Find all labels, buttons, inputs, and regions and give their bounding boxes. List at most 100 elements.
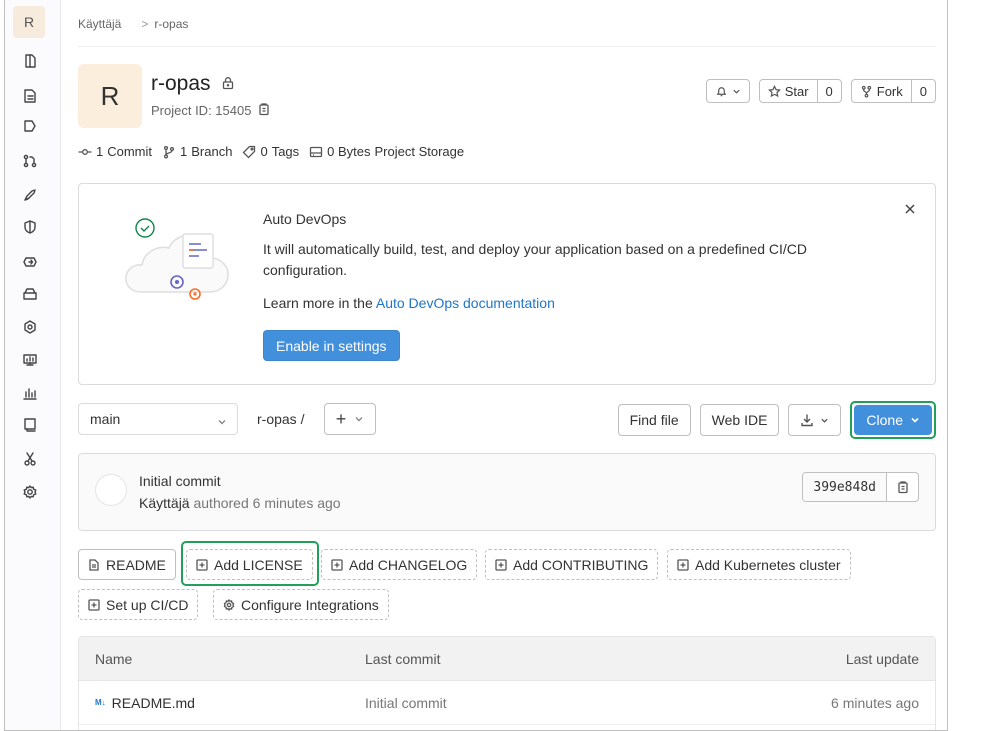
copy-icon[interactable]	[257, 102, 271, 119]
devops-docs-link[interactable]: Auto DevOps documentation	[376, 295, 555, 311]
main-content: Käyttäjä > r-opas R r-opas Project ID: 1…	[78, 0, 936, 730]
tags-stat[interactable]: 0 Tags	[242, 144, 299, 159]
auto-devops-banner: Auto DevOps It will automatically build,…	[78, 183, 936, 385]
branch-icon	[163, 145, 175, 159]
sidebar: R	[5, 0, 61, 730]
devops-illustration	[125, 218, 229, 300]
notification-button[interactable]	[705, 79, 750, 103]
file-name[interactable]: README.md	[112, 695, 195, 711]
packages-icon[interactable]	[21, 285, 39, 303]
project-id-label: Project ID: 15405	[151, 103, 252, 118]
storage-label: Project Storage	[374, 144, 465, 159]
cicd-icon[interactable]	[21, 186, 39, 204]
devops-learn-more: Learn more in the Auto DevOps documentat…	[263, 295, 555, 311]
chevron-down-icon	[821, 418, 829, 423]
plus-square-icon	[331, 558, 343, 571]
add-changelog-button[interactable]: Add CHANGELOG	[321, 549, 478, 580]
sidebar-project-avatar[interactable]: R	[13, 6, 45, 38]
fork-icon	[861, 85, 871, 98]
issues-icon[interactable]	[21, 117, 39, 135]
file-icon	[89, 558, 99, 571]
analytics-icon[interactable]	[21, 384, 39, 402]
add-kubernetes-cluster-button[interactable]: Add Kubernetes cluster	[667, 549, 851, 580]
settings-icon	[223, 598, 235, 611]
plus-square-icon	[495, 558, 507, 571]
monitor-icon[interactable]	[21, 351, 39, 369]
wiki-icon[interactable]	[21, 416, 39, 434]
table-row[interactable]: M↓ README.md Initial commit 6 minutes ag…	[79, 681, 935, 725]
star-label: Star	[784, 83, 809, 99]
app-frame: R Käyttäjä > r-opas R r-opas Project ID:…	[4, 0, 948, 731]
breadcrumb-parent[interactable]: Käyttäjä	[78, 17, 121, 31]
file-last-update: 6 minutes ago	[831, 694, 919, 711]
configure-integrations-button[interactable]: Configure Integrations	[213, 589, 389, 620]
copy-icon	[897, 481, 908, 494]
markdown-icon: M↓	[95, 698, 106, 707]
chevron-down-icon	[911, 417, 919, 423]
tag-icon	[243, 145, 256, 158]
star-count[interactable]: 0	[816, 80, 841, 102]
branch-name: main	[90, 411, 121, 427]
settings-icon[interactable]	[21, 483, 39, 501]
branches-stat[interactable]: 1 Branch	[162, 144, 232, 159]
project-id: Project ID: 15405	[151, 102, 271, 119]
add-license-button[interactable]: Add LICENSE	[186, 549, 313, 580]
commit-icon	[78, 148, 92, 155]
repository-icon[interactable]	[21, 87, 39, 105]
file-table: Name Last commit Last update M↓ README.m…	[78, 636, 936, 730]
download-icon	[801, 414, 814, 427]
chevron-down-icon	[354, 411, 364, 427]
readme-button[interactable]: README	[78, 549, 176, 580]
bell-icon	[707, 80, 749, 102]
project-avatar: R	[78, 64, 142, 128]
clone-button[interactable]: Clone	[854, 405, 932, 435]
commit-sha[interactable]: 399e848d	[803, 473, 886, 501]
enable-in-settings-button[interactable]: Enable in settings	[263, 330, 400, 361]
project-overview-icon[interactable]	[21, 52, 39, 70]
commit-title[interactable]: Initial commit	[139, 473, 221, 489]
branch-selector[interactable]: main	[78, 403, 238, 435]
fork-button[interactable]: Fork 0	[850, 79, 936, 103]
lock-icon	[221, 72, 235, 96]
star-icon	[767, 84, 781, 97]
file-last-commit[interactable]: Initial commit	[365, 695, 765, 711]
copy-sha-button[interactable]	[886, 473, 918, 501]
plus-icon: +	[335, 409, 347, 429]
avatar[interactable]	[95, 474, 127, 506]
web-ide-button[interactable]: Web IDE	[699, 404, 780, 436]
security-icon[interactable]	[21, 218, 39, 236]
find-file-button[interactable]: Find file	[617, 404, 691, 436]
add-contributing-button[interactable]: Add CONTRIBUTING	[485, 549, 659, 580]
download-button[interactable]	[788, 404, 842, 436]
setup-cicd-button[interactable]: Set up CI/CD	[78, 589, 199, 620]
column-last-commit: Last commit	[365, 650, 441, 667]
breadcrumb-divider	[78, 46, 936, 47]
breadcrumb-separator: >	[141, 17, 149, 31]
last-commit-box: Initial commit Käyttäjä authored 6 minut…	[78, 453, 936, 531]
plus-square-icon	[196, 558, 208, 571]
commits-stat[interactable]: 1 Commit	[78, 144, 152, 159]
breadcrumb-current[interactable]: r-opas	[154, 17, 188, 31]
commit-author[interactable]: Käyttäjä	[139, 495, 190, 511]
commit-meta: Käyttäjä authored 6 minutes ago	[139, 495, 341, 511]
project-stats: 1 Commit 1 Branch 0 Tags 0 Bytes Project St…	[78, 144, 464, 159]
merge-requests-icon[interactable]	[21, 152, 39, 170]
repo-path[interactable]: r-opas /	[257, 411, 304, 427]
deployments-icon[interactable]	[21, 253, 39, 271]
project-actions: Star 0 Fork 0	[705, 79, 936, 103]
snippets-icon[interactable]	[21, 450, 39, 468]
column-name: Name	[95, 650, 133, 667]
project-title: r-opas	[151, 72, 235, 96]
storage-stat[interactable]: 0 Bytes Project Storage	[309, 144, 464, 159]
star-button[interactable]: Star 0	[758, 79, 842, 103]
close-icon[interactable]	[903, 202, 917, 216]
fork-count[interactable]: 0	[910, 80, 935, 102]
chevron-down-icon	[217, 414, 227, 430]
infrastructure-icon[interactable]	[21, 318, 39, 336]
fork-label: Fork	[876, 83, 903, 99]
storage-icon	[310, 146, 323, 157]
commit-sha-group: 399e848d	[802, 472, 919, 502]
add-to-tree-button[interactable]: +	[324, 403, 376, 435]
clone-highlight: Clone	[850, 401, 936, 439]
project-name: r-opas	[151, 72, 211, 95]
